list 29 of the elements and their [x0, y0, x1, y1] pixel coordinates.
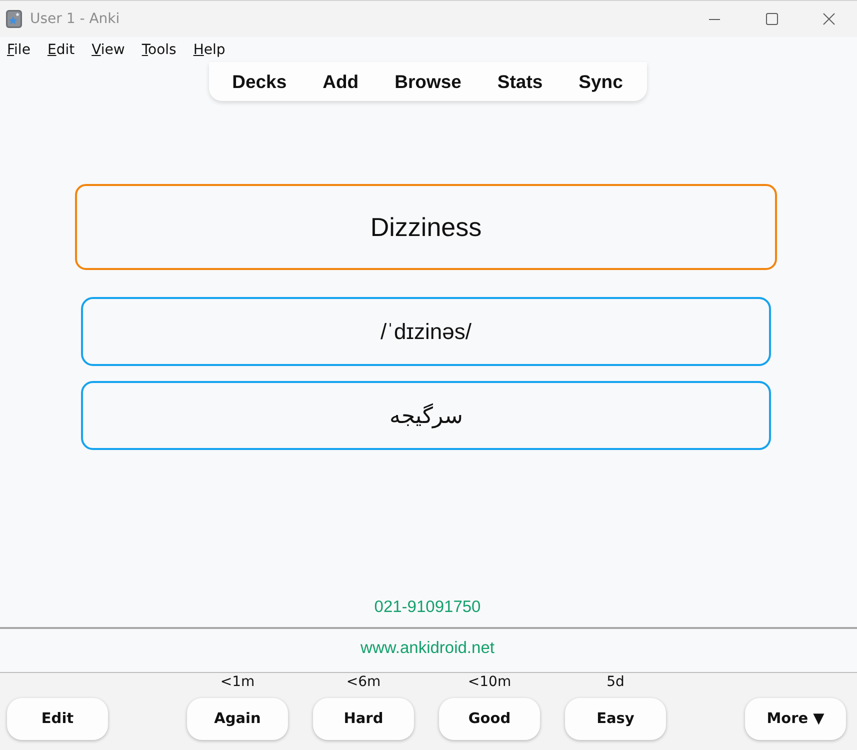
interval-label: <6m [346, 673, 381, 691]
toolbar-link[interactable]: Add [306, 70, 376, 94]
menu-item[interactable]: Tools [142, 40, 176, 58]
window-title: User 1 - Anki [30, 11, 120, 27]
close-icon [822, 13, 834, 25]
interval-label: <1m [220, 673, 255, 691]
toolbar-link[interactable]: Decks [215, 70, 304, 94]
answer-button[interactable]: Hard [313, 698, 414, 740]
toolbar-link[interactable]: Stats [480, 70, 560, 94]
answer-button[interactable]: Again [187, 698, 288, 740]
answer-button[interactable]: Easy [565, 698, 666, 740]
maximize-icon [766, 13, 778, 25]
edit-button[interactable]: Edit [7, 698, 108, 740]
more-button[interactable]: More ▼ [745, 698, 846, 740]
phone-number: 021-91091750 [374, 597, 481, 617]
toolbar-link[interactable]: Sync [562, 70, 640, 94]
interval-label: 5d [606, 673, 624, 691]
answer-field: /ˈdɪzinəs/ [81, 297, 771, 366]
toolbar-link[interactable]: Browse [378, 70, 478, 94]
front-field: Dizziness [75, 184, 777, 270]
menu-item[interactable]: Edit [47, 40, 75, 58]
interval-label: <10m [468, 673, 512, 691]
answer-button[interactable]: Good [439, 698, 540, 740]
star-tile-icon [6, 10, 22, 28]
website-text: www.ankidroid.net [360, 638, 494, 658]
answer-field: سرگیجه [81, 381, 771, 450]
menu-item[interactable]: View [92, 40, 125, 58]
menu-item[interactable]: File [7, 40, 30, 58]
menu-item[interactable]: Help [193, 40, 226, 58]
